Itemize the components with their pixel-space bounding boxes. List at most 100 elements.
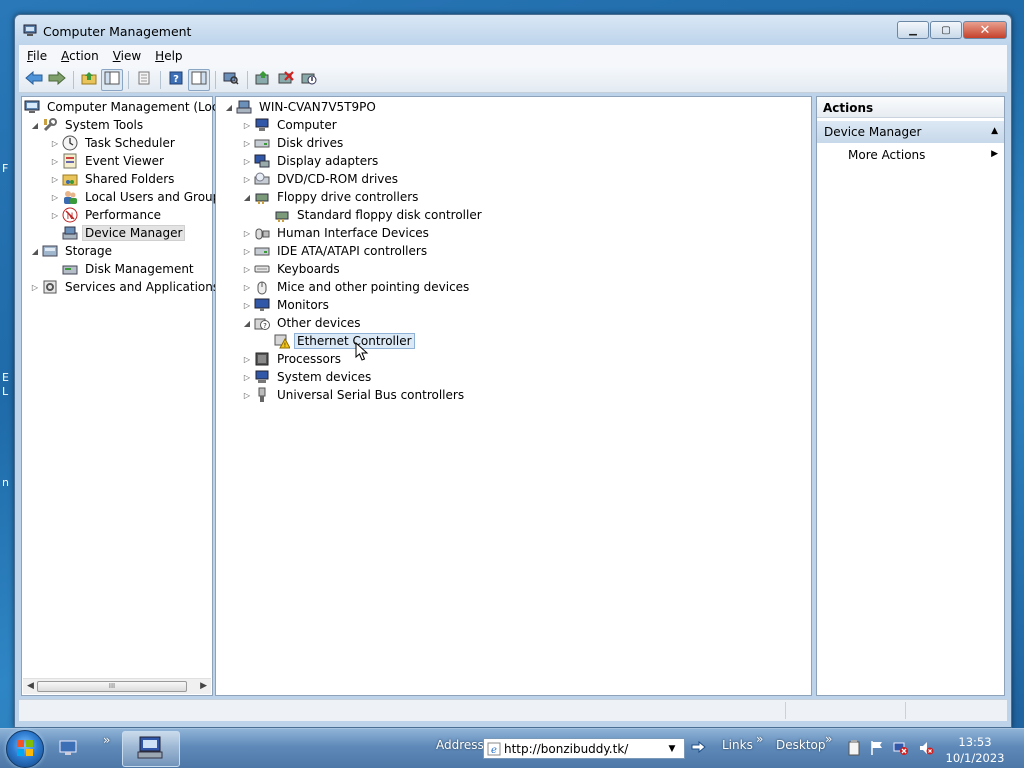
tree-item-system-tools[interactable]: ◢ System Tools: [30, 116, 146, 134]
volume-muted-icon[interactable]: [918, 740, 934, 756]
expand-arrow-icon[interactable]: ▷: [242, 157, 252, 166]
device-category-disk-drives[interactable]: ▷ Disk drives: [242, 134, 346, 152]
up-one-level-button[interactable]: [78, 69, 100, 91]
address-bar[interactable]: e ▼: [483, 738, 685, 759]
back-button[interactable]: [23, 69, 45, 91]
close-button[interactable]: ✕: [963, 21, 1007, 39]
tree-item-event-viewer[interactable]: ▷ Event Viewer: [50, 152, 167, 170]
disable-device-button[interactable]: [298, 69, 320, 91]
tree-item-device-manager[interactable]: Device Manager: [50, 224, 186, 242]
tree-item-local-users-and-groups[interactable]: ▷ Local Users and Groups: [50, 188, 230, 206]
device-standard-floppy-disk-controller[interactable]: Standard floppy disk controller: [274, 206, 485, 224]
expand-arrow-icon[interactable]: ▷: [30, 283, 40, 292]
device-category-human-interface-devices[interactable]: ▷ Human Interface Devices: [242, 224, 432, 242]
expand-arrow-icon[interactable]: ▷: [50, 139, 60, 148]
maximize-button[interactable]: ▢: [930, 21, 962, 39]
device-category-mice-and-other-pointing-devices[interactable]: ▷ Mice and other pointing devices: [242, 278, 472, 296]
tree-root-computer-management[interactable]: Computer Management (Local: [24, 98, 232, 116]
scrollbar-thumb[interactable]: III: [37, 681, 187, 692]
device-ethernet-controller[interactable]: ! Ethernet Controller: [274, 332, 415, 350]
desktop-text-fragment: L: [2, 385, 9, 398]
device-category-keyboards[interactable]: ▷ Keyboards: [242, 260, 343, 278]
collapse-arrow-icon[interactable]: ◢: [242, 193, 252, 202]
device-category-monitors[interactable]: ▷ Monitors: [242, 296, 332, 314]
expand-arrow-icon[interactable]: ▷: [242, 391, 252, 400]
device-category-ide-ata-atapi-controllers[interactable]: ▷ IDE ATA/ATAPI controllers: [242, 242, 430, 260]
address-dropdown-icon[interactable]: ▼: [664, 744, 680, 754]
expand-arrow-icon[interactable]: ▷: [242, 121, 252, 130]
window-title: Computer Management: [43, 24, 192, 39]
expand-arrow-icon[interactable]: ▷: [50, 211, 60, 220]
collapse-arrow-icon[interactable]: ◢: [30, 247, 40, 256]
menu-action[interactable]: Action: [61, 49, 99, 63]
menu-file[interactable]: File: [27, 49, 47, 63]
menu-help-label: elp: [164, 49, 183, 63]
expand-arrow-icon[interactable]: ▷: [242, 301, 252, 310]
desktop-toolbar-label[interactable]: Desktop: [776, 738, 826, 752]
address-input[interactable]: [504, 739, 664, 758]
expand-arrow-icon[interactable]: ▷: [50, 157, 60, 166]
expand-arrow-icon[interactable]: ▷: [242, 247, 252, 256]
horizontal-scrollbar[interactable]: ◀ III ▶: [23, 678, 211, 694]
device-category-other-devices[interactable]: ◢ ? Other devices: [242, 314, 364, 332]
expand-arrow-icon[interactable]: ▷: [242, 139, 252, 148]
desktop-chevron[interactable]: »: [825, 732, 832, 746]
links-label[interactable]: Links: [722, 738, 753, 752]
svg-text:?: ?: [263, 322, 267, 330]
device-category-system-devices[interactable]: ▷ System devices: [242, 368, 374, 386]
device-category-display-adapters[interactable]: ▷ Display adapters: [242, 152, 381, 170]
clipboard-tray-icon[interactable]: [846, 740, 862, 756]
quicklaunch-chevron[interactable]: »: [103, 733, 110, 747]
device-category-dvd-cd-rom-drives[interactable]: ▷ DVD/CD-ROM drives: [242, 170, 401, 188]
tree-item-disk-management[interactable]: Disk Management: [50, 260, 197, 278]
device-category-computer[interactable]: ▷ Computer: [242, 116, 340, 134]
menu-help[interactable]: Help: [155, 49, 182, 63]
collapse-up-icon[interactable]: ▲: [991, 126, 998, 136]
scan-hardware-changes-button[interactable]: [220, 69, 242, 91]
expand-arrow-icon[interactable]: ▷: [50, 193, 60, 202]
show-hide-action-pane-button[interactable]: [188, 68, 210, 91]
help-button[interactable]: ?: [165, 69, 187, 91]
device-category-universal-serial-bus-controllers[interactable]: ▷ Universal Serial Bus controllers: [242, 386, 467, 404]
tree-item-task-scheduler[interactable]: ▷ Task Scheduler: [50, 134, 178, 152]
actions-section-device-manager[interactable]: Device Manager ▲: [817, 121, 1004, 143]
menu-view[interactable]: View: [113, 49, 141, 63]
expand-arrow-icon[interactable]: ▷: [242, 175, 252, 184]
tree-item-performance[interactable]: ▷ N Performance: [50, 206, 164, 224]
processor-icon: [254, 351, 270, 367]
system-clock[interactable]: 13:53 10/1/2023: [944, 734, 1006, 766]
properties-button[interactable]: [133, 69, 155, 91]
minimize-button[interactable]: ▁: [897, 21, 929, 39]
expand-arrow-icon[interactable]: ▷: [242, 283, 252, 292]
expand-arrow-icon[interactable]: ▷: [242, 373, 252, 382]
network-error-icon[interactable]: [893, 740, 909, 756]
uninstall-button[interactable]: [275, 69, 297, 91]
more-actions-link[interactable]: More Actions: [848, 148, 925, 162]
taskbar-button-computer-management[interactable]: [122, 731, 180, 767]
update-driver-button[interactable]: [252, 69, 274, 91]
show-desktop-icon[interactable]: [59, 740, 77, 759]
collapse-arrow-icon[interactable]: ◢: [224, 103, 234, 112]
go-button[interactable]: [688, 738, 708, 759]
device-category-processors[interactable]: ▷ Processors: [242, 350, 344, 368]
submenu-arrow-icon[interactable]: ▶: [991, 149, 998, 159]
expand-arrow-icon[interactable]: ▷: [242, 229, 252, 238]
expand-arrow-icon[interactable]: ▷: [242, 265, 252, 274]
collapse-arrow-icon[interactable]: ◢: [30, 121, 40, 130]
tree-item-services-and-applications[interactable]: ▷ Services and Applications: [30, 278, 222, 296]
tree-item-storage[interactable]: ◢ Storage: [30, 242, 115, 260]
scroll-left-arrow-icon[interactable]: ◀: [27, 681, 34, 691]
show-hide-console-tree-button[interactable]: [101, 68, 123, 91]
tree-item-shared-folders[interactable]: ▷ Shared Folders: [50, 170, 177, 188]
scroll-right-arrow-icon[interactable]: ▶: [200, 681, 207, 691]
collapse-arrow-icon[interactable]: ◢: [242, 319, 252, 328]
links-chevron[interactable]: »: [756, 732, 763, 746]
forward-button[interactable]: [46, 69, 68, 91]
action-center-flag-icon[interactable]: [869, 740, 885, 756]
expand-arrow-icon[interactable]: ▷: [50, 175, 60, 184]
title-bar[interactable]: Computer Management ▁ ▢ ✕: [15, 15, 1011, 45]
device-category-floppy-drive-controllers[interactable]: ◢ Floppy drive controllers: [242, 188, 421, 206]
expand-arrow-icon[interactable]: ▷: [242, 355, 252, 364]
device-tree-root[interactable]: ◢ WIN-CVAN7V5T9PO: [224, 98, 379, 116]
start-button[interactable]: [6, 730, 44, 768]
